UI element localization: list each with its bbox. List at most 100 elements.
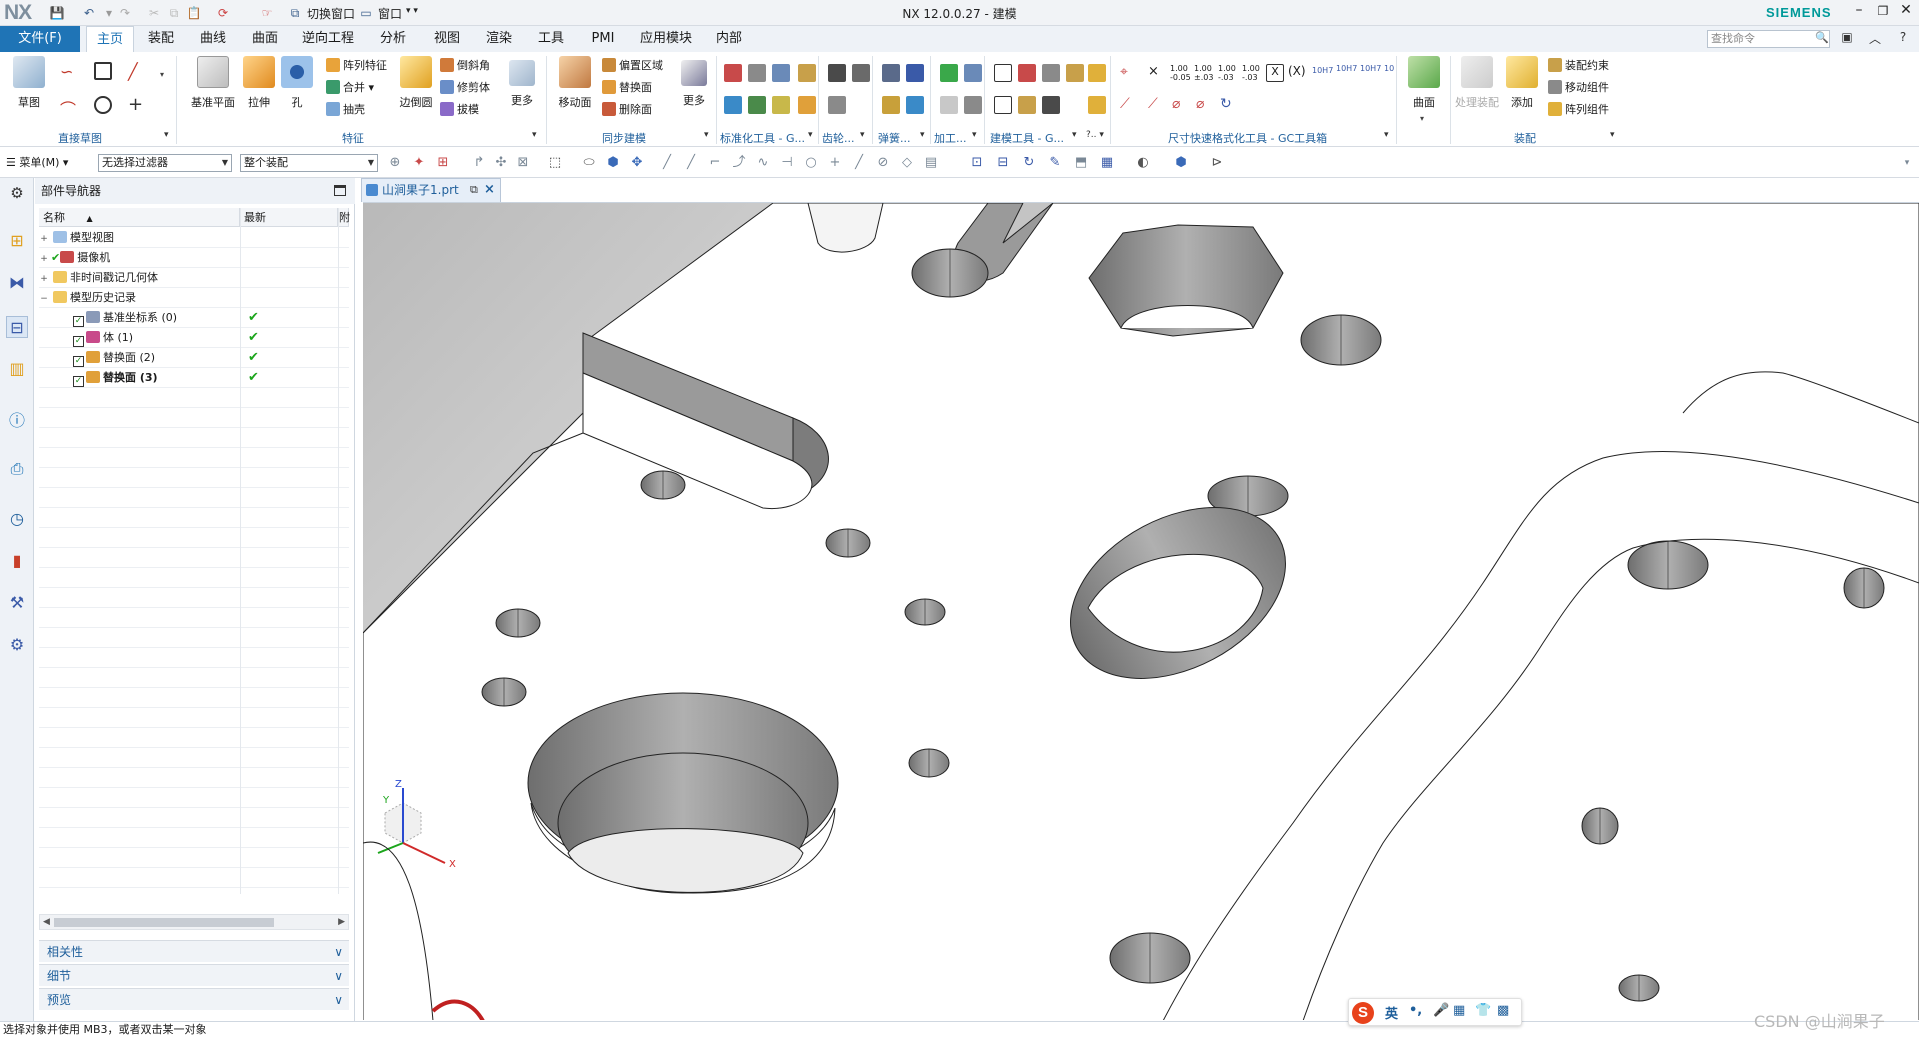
expand-icon[interactable]: + [39,269,49,289]
dimension-tool-icon[interactable]: 10 [1384,64,1402,82]
dimension-tool-icon[interactable]: 1.00 -.03 [1218,64,1236,82]
select-tool-icon[interactable]: ✦ [412,156,426,170]
surface-button[interactable]: 曲面 [1404,56,1444,110]
panel-preview[interactable]: 预览 ∨ [39,988,349,1010]
select-tool-icon[interactable]: ⊠ [516,156,530,170]
tree-node-replace-face-3[interactable]: ✓ 替换面 (3) ✔ [39,368,349,388]
sketch-more-dropdown[interactable]: ▾ [160,70,164,79]
modeling-tool-icon[interactable] [994,96,1012,114]
ribbon-options-icon[interactable]: ▣ [1838,30,1856,48]
view-tool-icon[interactable]: ⬒ [1074,156,1088,170]
collapse-icon[interactable]: − [39,289,49,309]
selection-scope-select[interactable]: 整个装配 ▼ [240,154,378,172]
line-icon[interactable]: ╱ [128,62,146,81]
panel-details[interactable]: 细节 ∨ [39,964,349,986]
select-tool-icon[interactable]: ⬭ [582,156,596,170]
group-caret-icon[interactable]: ▾ [532,130,537,140]
column-header-latest[interactable]: 最新 [240,208,338,227]
collapse-ribbon-icon[interactable]: ︿ [1866,30,1884,48]
rectangle-icon[interactable] [94,62,112,80]
point-icon[interactable]: + [128,94,146,115]
part-navigator-icon[interactable]: ⊟ [6,316,28,338]
visible-check-icon[interactable]: ✔ [51,251,60,264]
snap-point-icon[interactable]: ○ [804,156,818,170]
tab-tools[interactable]: 工具 [530,26,572,52]
machining-tool-icon[interactable] [940,64,958,82]
view-tool-icon[interactable]: ▦ [1100,156,1114,170]
checkbox-checked[interactable]: ✓ [73,336,84,347]
move-face-button[interactable]: 移动面 [554,56,596,110]
group-caret-icon[interactable]: ▾ [920,130,925,140]
snap-point-icon[interactable]: ▤ [924,156,938,170]
web-browser-icon[interactable]: ⓘ [6,410,28,432]
std-tool-icon[interactable] [724,96,742,114]
modeling-tool-icon[interactable] [1018,64,1036,82]
add-component-button[interactable]: 添加 [1504,56,1540,110]
dimension-tool-icon[interactable]: X [1266,64,1284,82]
tab-application[interactable]: 应用模块 [634,26,698,52]
pattern-component-button[interactable]: 阵列组件 [1548,100,1609,120]
file-menu-tab[interactable]: 文件(F) [0,26,80,52]
surface-dropdown[interactable]: ▾ [1420,114,1424,123]
group-caret-icon[interactable]: ▾ [1610,130,1615,140]
select-tool-icon[interactable]: ⊞ [436,156,450,170]
gear-tool-icon[interactable] [828,96,846,114]
machining-tool-icon[interactable] [940,96,958,114]
snap-point-icon[interactable]: ⊘ [876,156,890,170]
dimension-tool-icon[interactable]: 1.00 -.03 [1242,64,1260,82]
machining-tool-icon[interactable] [964,64,982,82]
datum-plane-button[interactable]: 基准平面 [186,56,240,110]
tab-assembly[interactable]: 装配 [140,26,182,52]
hole-button[interactable]: 孔 [276,56,318,110]
group-caret-icon[interactable]: ▾ [860,130,865,140]
checkbox-checked[interactable]: ✓ [73,376,84,387]
ime-logo[interactable]: S [1352,1002,1374,1024]
gear-tool-icon[interactable] [852,64,870,82]
dimension-tool-icon[interactable]: ⌖ [1120,64,1138,82]
tab-analysis[interactable]: 分析 [372,26,414,52]
select-tool-icon[interactable]: ⬢ [606,156,620,170]
restore-panel-icon[interactable] [334,185,346,196]
ime-punctuation-toggle[interactable]: •, [1409,1003,1422,1018]
tab-home[interactable]: 主页 [86,26,134,52]
dimension-tool-icon[interactable]: ↻ [1220,96,1238,114]
visualization-icon[interactable]: ▮ [6,550,28,572]
std-tool-icon[interactable] [772,96,790,114]
gc-tool-icon[interactable] [1088,96,1106,114]
tab-curve[interactable]: 曲线 [192,26,234,52]
snap-icon[interactable]: ⊕ [388,156,402,170]
feature-more-button[interactable]: 更多 [502,56,542,108]
spring-tool-icon[interactable] [906,64,924,82]
snap-point-icon[interactable]: ╱ [660,156,674,170]
snap-point-icon[interactable]: ╱ [684,156,698,170]
dimension-tool-icon[interactable]: ⟋ [1120,96,1138,114]
spring-tool-icon[interactable] [906,96,924,114]
history-icon[interactable]: ⎙ [6,458,28,480]
minimize-button[interactable]: – [1848,2,1870,22]
group-caret-icon[interactable]: ▾ [1072,130,1077,140]
sketch-button[interactable]: 草图 [8,56,50,110]
dimension-tool-icon[interactable]: 1.00 -0.05 [1170,64,1191,82]
std-tool-icon[interactable] [748,64,766,82]
spring-tool-icon[interactable] [882,64,900,82]
std-tool-icon[interactable] [748,96,766,114]
toolbar-overflow-icon[interactable]: ▾ [1900,156,1914,170]
process-assembly-button[interactable]: 处理装配 [1452,56,1502,110]
std-tool-icon[interactable] [724,64,742,82]
assembly-navigator-icon[interactable]: ⊞ [6,230,28,252]
close-tab-icon[interactable]: × [484,179,495,201]
toolbox-icon[interactable]: ▩ [1497,1003,1509,1018]
column-header-attachment[interactable]: 附 [338,208,350,227]
replace-face-button[interactable]: 替换面 [602,78,652,98]
shell-button[interactable]: 抽壳 [326,100,365,120]
select-tool-icon[interactable]: ✥ [630,156,644,170]
pattern-feature-button[interactable]: 阵列特征 [326,56,387,76]
gear-tool-icon[interactable] [828,64,846,82]
tab-reverse-engineering[interactable]: 逆向工程 [296,26,360,52]
tree-node-model-views[interactable]: + 模型视图 [39,228,349,248]
trim-body-button[interactable]: 修剪体 [440,78,490,98]
microphone-icon[interactable]: 🎤 [1433,1003,1449,1018]
skin-icon[interactable]: 👕 [1475,1003,1491,1018]
dimension-tool-icon[interactable]: 10H7 [1336,64,1357,82]
undock-icon[interactable]: ⧉ [470,179,478,201]
